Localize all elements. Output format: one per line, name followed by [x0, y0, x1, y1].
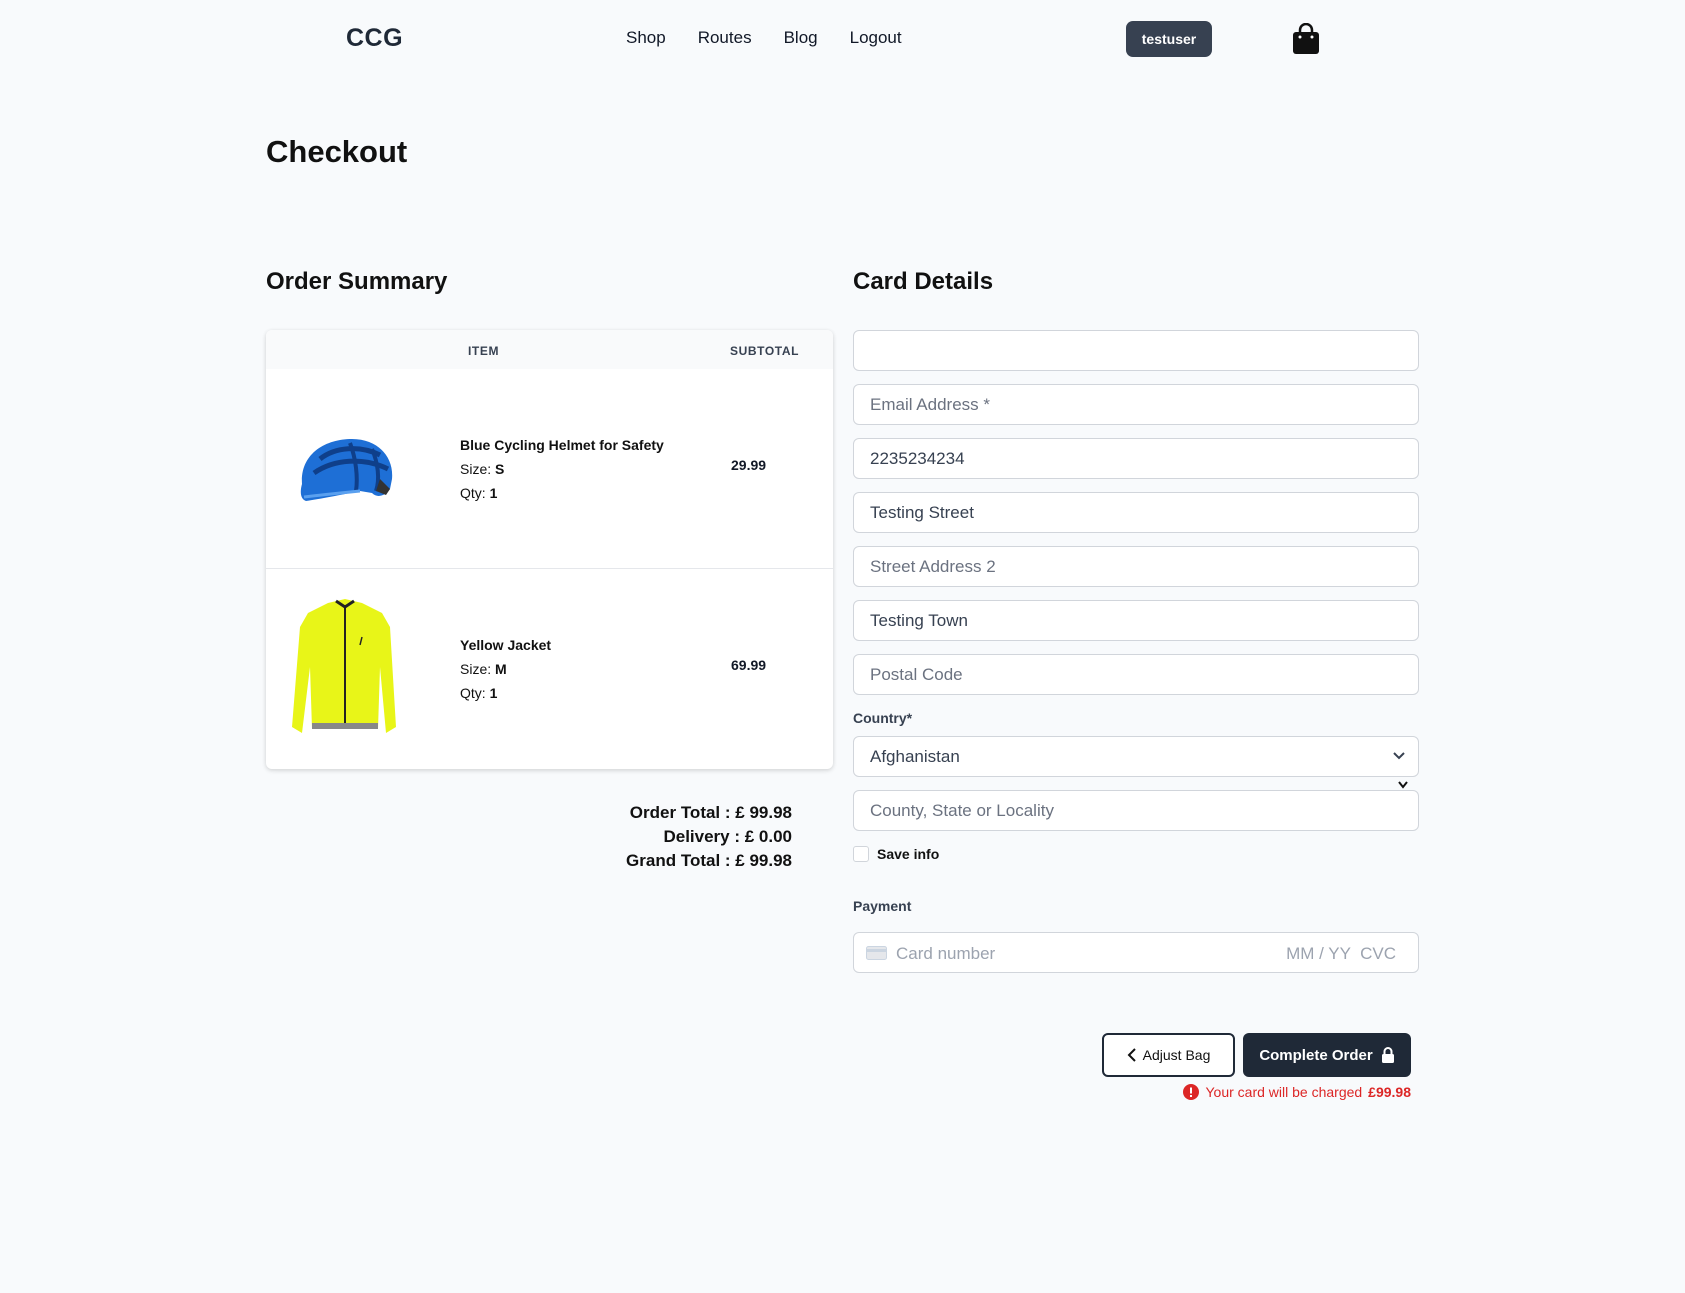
item-subtotal: 69.99 [731, 657, 767, 673]
chevron-left-icon [1127, 1048, 1136, 1062]
complete-order-label: Complete Order [1259, 1046, 1373, 1064]
save-info-checkbox[interactable] [853, 846, 869, 862]
site-logo[interactable]: CCG [346, 24, 403, 53]
order-totals: Order Total : £ 99.98 Delivery : £ 0.00 … [626, 801, 792, 873]
item-qty: Qty: 1 [460, 681, 551, 705]
qty-value: 1 [489, 485, 498, 501]
street-address-2-field[interactable]: Street Address 2 [853, 546, 1419, 587]
charge-notice: Your card will be charged £99.98 [1183, 1084, 1411, 1100]
item-qty: Qty: 1 [460, 481, 664, 505]
alert-circle-icon [1183, 1084, 1200, 1100]
item-subtotal: 29.99 [731, 457, 767, 473]
delivery-total: Delivery : £ 0.00 [663, 827, 792, 846]
lock-icon [1381, 1047, 1394, 1063]
chevron-down-icon [1398, 781, 1408, 789]
item-size: Size: S [460, 457, 664, 481]
qty-value: 1 [489, 685, 498, 701]
qty-label: Qty: [460, 685, 486, 701]
main-nav: Shop Routes Blog Logout [626, 28, 902, 48]
card-number-placeholder: Card number [896, 944, 996, 963]
column-item: ITEM [468, 344, 500, 358]
adjust-bag-button[interactable]: Adjust Bag [1102, 1033, 1235, 1077]
postal-code-field[interactable]: Postal Code [853, 654, 1419, 695]
credit-card-icon [866, 946, 887, 960]
order-summary-table: ITEM SUBTOTAL Blue Cycling Helmet for Sa… [266, 330, 833, 769]
user-badge[interactable]: testuser [1126, 21, 1212, 57]
page-title: Checkout [266, 134, 408, 169]
town-field[interactable]: Testing Town [853, 600, 1419, 641]
card-details-title: Card Details [853, 268, 994, 295]
table-header: ITEM SUBTOTAL [266, 330, 833, 369]
size-label: Size: [460, 461, 492, 477]
item-info: Yellow Jacket Size: M Qty: 1 [460, 633, 551, 705]
qty-label: Qty: [460, 485, 486, 501]
email-field[interactable]: Email Address * [853, 384, 1419, 425]
save-info-label[interactable]: Save info [877, 846, 939, 862]
nav-logout[interactable]: Logout [850, 28, 902, 48]
nav-shop[interactable]: Shop [626, 28, 666, 48]
item-name[interactable]: Blue Cycling Helmet for Safety [460, 433, 664, 457]
grand-total: Grand Total : £ 99.98 [626, 851, 792, 870]
card-exp-cvc-placeholder: MM / YY CVC [1286, 944, 1396, 963]
table-row: Yellow Jacket Size: M Qty: 1 69.99 [266, 569, 833, 769]
order-summary-title: Order Summary [266, 268, 448, 295]
size-value: S [495, 461, 505, 477]
street-address-1-field[interactable]: Testing Street [853, 492, 1419, 533]
country-value: Afghanistan [870, 746, 960, 766]
table-row: Blue Cycling Helmet for Safety Size: S Q… [266, 369, 833, 569]
jacket-image [292, 599, 396, 733]
helmet-image [300, 439, 393, 501]
charge-amount: £99.98 [1368, 1084, 1411, 1100]
size-value: M [495, 661, 507, 677]
item-info: Blue Cycling Helmet for Safety Size: S Q… [460, 433, 664, 505]
site-header: CCG Shop Routes Blog Logout testuser [0, 0, 1685, 80]
country-select[interactable]: Afghanistan [853, 736, 1419, 777]
card-input[interactable]: Card number MM / YY CVC [853, 932, 1419, 973]
item-name[interactable]: Yellow Jacket [460, 633, 551, 657]
adjust-bag-label: Adjust Bag [1142, 1047, 1211, 1063]
nav-blog[interactable]: Blog [784, 28, 818, 48]
item-size: Size: M [460, 657, 551, 681]
shopping-bag-icon[interactable] [1292, 23, 1320, 55]
complete-order-button[interactable]: Complete Order [1243, 1033, 1411, 1077]
country-label: Country* [853, 710, 913, 726]
county-field[interactable]: County, State or Locality [853, 790, 1419, 831]
size-label: Size: [460, 661, 492, 677]
chevron-down-icon [1393, 752, 1405, 760]
phone-field[interactable]: 2235234234 [853, 438, 1419, 479]
full-name-field[interactable] [853, 330, 1419, 371]
payment-label: Payment [853, 898, 912, 914]
nav-routes[interactable]: Routes [698, 28, 752, 48]
order-total: Order Total : £ 99.98 [629, 803, 792, 822]
charge-text: Your card will be charged [1205, 1084, 1363, 1100]
column-subtotal: SUBTOTAL [730, 344, 800, 358]
